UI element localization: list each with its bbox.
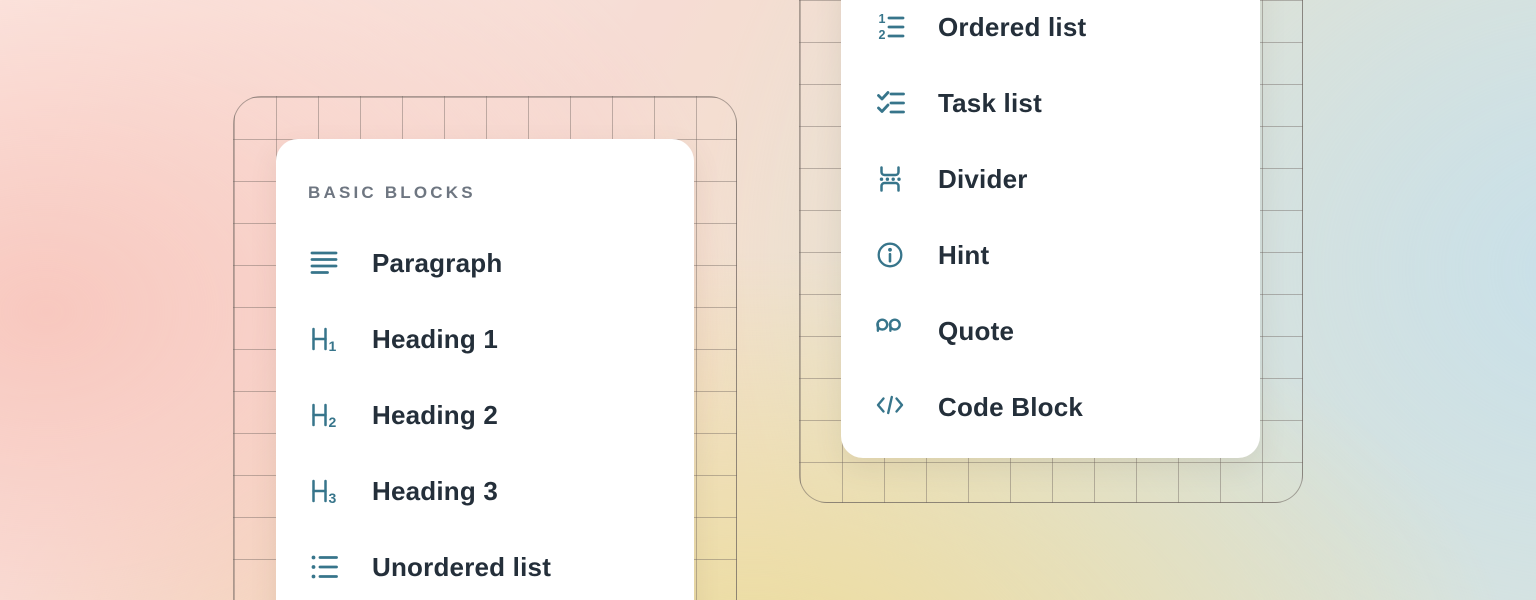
menu-item-label: Hint	[938, 240, 989, 271]
menu-item-quote[interactable]: Quote	[841, 293, 1260, 369]
menu-item-heading-2[interactable]: 2 Heading 2	[276, 377, 694, 453]
menu-item-label: Unordered list	[372, 552, 551, 583]
menu-item-label: Code Block	[938, 392, 1083, 423]
menu-item-label: Task list	[938, 88, 1042, 119]
menu-item-unordered-list[interactable]: Unordered list	[276, 529, 694, 600]
svg-text:2: 2	[879, 28, 886, 42]
unordered-list-icon	[309, 552, 339, 582]
heading-2-icon: 2	[309, 400, 339, 430]
paragraph-icon	[309, 248, 339, 278]
menu-item-label: Heading 1	[372, 324, 498, 355]
code-block-icon	[875, 392, 905, 422]
heading-3-icon: 3	[309, 476, 339, 506]
basic-blocks-list: Paragraph 1 Heading 1 2	[276, 225, 694, 600]
block-menu-basic-blocks: BASIC BLOCKS Paragraph 1	[276, 139, 694, 600]
ordered-list-icon: 1 2	[875, 12, 905, 42]
menu-item-label: Heading 3	[372, 476, 498, 507]
menu-item-code-block[interactable]: Code Block	[841, 369, 1260, 445]
menu-item-hint[interactable]: Hint	[841, 217, 1260, 293]
block-menu-more-blocks: 1 2 Ordered list Task list	[841, 0, 1260, 458]
menu-item-label: Paragraph	[372, 248, 502, 279]
svg-text:1: 1	[329, 338, 337, 354]
menu-item-label: Quote	[938, 316, 1014, 347]
menu-item-label: Heading 2	[372, 400, 498, 431]
menu-item-heading-1[interactable]: 1 Heading 1	[276, 301, 694, 377]
section-title: BASIC BLOCKS	[308, 183, 476, 203]
menu-item-divider[interactable]: Divider	[841, 141, 1260, 217]
svg-text:3: 3	[329, 490, 337, 506]
menu-item-paragraph[interactable]: Paragraph	[276, 225, 694, 301]
editor-blocks-illustration: { "colors": { "accent_teal": "#37758b", …	[0, 0, 1536, 600]
divider-icon	[875, 164, 905, 194]
menu-item-label: Ordered list	[938, 12, 1086, 43]
hint-icon	[875, 240, 905, 270]
section-header: BASIC BLOCKS	[276, 139, 694, 225]
task-list-icon	[875, 88, 905, 118]
quote-icon	[875, 316, 905, 346]
menu-item-heading-3[interactable]: 3 Heading 3	[276, 453, 694, 529]
more-blocks-list: 1 2 Ordered list Task list	[841, 0, 1260, 445]
menu-item-label: Divider	[938, 164, 1028, 195]
svg-text:2: 2	[329, 414, 337, 430]
menu-item-ordered-list[interactable]: 1 2 Ordered list	[841, 0, 1260, 65]
heading-1-icon: 1	[309, 324, 339, 354]
menu-item-task-list[interactable]: Task list	[841, 65, 1260, 141]
svg-text:1: 1	[879, 12, 886, 26]
